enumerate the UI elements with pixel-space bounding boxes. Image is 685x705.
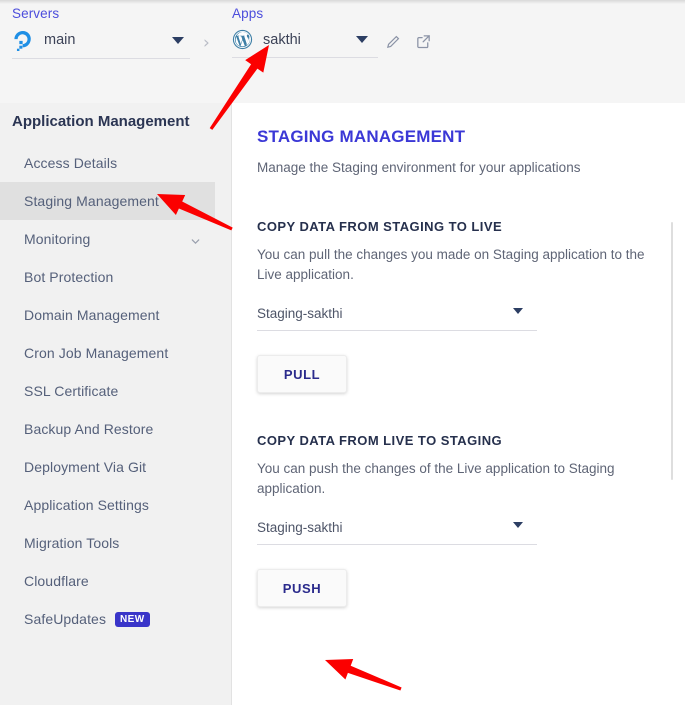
sidebar: Application Management Access Details Sta… <box>0 103 232 705</box>
apps-label: Apps <box>232 6 264 21</box>
servers-label: Servers <box>12 6 60 21</box>
sidebar-item-ssl-certificate[interactable]: SSL Certificate <box>0 372 215 410</box>
sidebar-item-domain-management[interactable]: Domain Management <box>0 296 215 334</box>
section-description: You can pull the changes you made on Sta… <box>257 247 645 282</box>
sidebar-item-safeupdates[interactable]: SafeUpdates NEW <box>0 600 215 638</box>
sidebar-item-label: Access Details <box>24 155 118 171</box>
app-name: sakthi <box>263 31 301 48</box>
sidebar-item-label: Bot Protection <box>24 269 114 285</box>
sidebar-item-staging-management[interactable]: Staging Management <box>0 182 215 220</box>
sidebar-item-label: Domain Management <box>24 307 160 323</box>
chevron-right-icon: › <box>203 33 210 53</box>
main-content-card: STAGING MANAGEMENT Manage the Staging en… <box>232 103 685 705</box>
app-root: Servers main › Apps sakthi Application M… <box>0 0 685 705</box>
select-value: Staging-sakthi <box>257 520 343 536</box>
sidebar-title: Application Management <box>12 113 190 130</box>
sidebar-item-label: Deployment Via Git <box>24 459 147 475</box>
new-badge: NEW <box>115 611 150 627</box>
app-actions <box>385 33 432 50</box>
section-title: COPY DATA FROM STAGING TO LIVE <box>257 219 503 234</box>
sidebar-item-label: Cron Job Management <box>24 345 169 361</box>
sidebar-item-label: Cloudflare <box>24 573 89 589</box>
sidebar-item-label: SafeUpdates <box>24 611 107 627</box>
sidebar-item-access-details[interactable]: Access Details <box>0 144 215 182</box>
push-button[interactable]: PUSH <box>257 569 347 608</box>
sidebar-item-migration-tools[interactable]: Migration Tools <box>0 524 215 562</box>
external-link-icon[interactable] <box>415 33 432 50</box>
page-subtitle: Manage the Staging environment for your … <box>257 160 581 175</box>
sidebar-item-label: Migration Tools <box>24 535 120 551</box>
section-description: You can push the changes of the Live app… <box>257 461 615 496</box>
pull-source-select[interactable]: Staging-sakthi <box>257 306 537 332</box>
sidebar-item-deployment-via-git[interactable]: Deployment Via Git <box>0 448 215 486</box>
section-copy-live-to-staging: COPY DATA FROM LIVE TO STAGING You can p… <box>257 433 655 608</box>
chevron-down-icon[interactable] <box>513 308 523 315</box>
server-name: main <box>44 32 76 48</box>
sidebar-item-label: SSL Certificate <box>24 383 119 399</box>
page-title: STAGING MANAGEMENT <box>257 127 466 146</box>
chevron-down-icon[interactable] <box>190 234 201 245</box>
edit-icon[interactable] <box>385 33 402 50</box>
sidebar-item-monitoring[interactable]: Monitoring <box>0 220 215 258</box>
content-scrollbar[interactable] <box>671 222 673 480</box>
sidebar-item-label: Monitoring <box>24 231 91 247</box>
section-title: COPY DATA FROM LIVE TO STAGING <box>257 433 503 449</box>
sidebar-item-bot-protection[interactable]: Bot Protection <box>0 258 215 296</box>
wordpress-logo-icon <box>232 29 253 50</box>
sidebar-item-cron-job-management[interactable]: Cron Job Management <box>0 334 215 372</box>
sidebar-item-label: Application Settings <box>24 497 149 513</box>
chevron-down-icon[interactable] <box>172 36 184 44</box>
server-selector[interactable]: Servers main <box>12 6 190 59</box>
sidebar-item-label: Backup And Restore <box>24 421 154 437</box>
select-value: Staging-sakthi <box>257 306 343 322</box>
push-target-select[interactable]: Staging-sakthi <box>257 520 537 546</box>
sidebar-item-application-settings[interactable]: Application Settings <box>0 486 215 524</box>
app-selector[interactable]: Apps sakthi <box>232 6 378 58</box>
sidebar-menu: Access Details Staging Management Monitori… <box>0 144 231 638</box>
digitalocean-logo-icon <box>12 29 34 52</box>
chevron-down-icon[interactable] <box>356 36 368 43</box>
sidebar-item-backup-and-restore[interactable]: Backup And Restore <box>0 410 215 448</box>
chevron-down-icon[interactable] <box>513 522 523 529</box>
top-bar: Servers main › Apps sakthi <box>0 0 685 103</box>
pull-button[interactable]: PULL <box>257 355 347 394</box>
sidebar-item-cloudflare[interactable]: Cloudflare <box>0 562 215 600</box>
sidebar-item-label: Staging Management <box>24 193 159 209</box>
section-copy-staging-to-live: COPY DATA FROM STAGING TO LIVE You can p… <box>257 219 655 394</box>
